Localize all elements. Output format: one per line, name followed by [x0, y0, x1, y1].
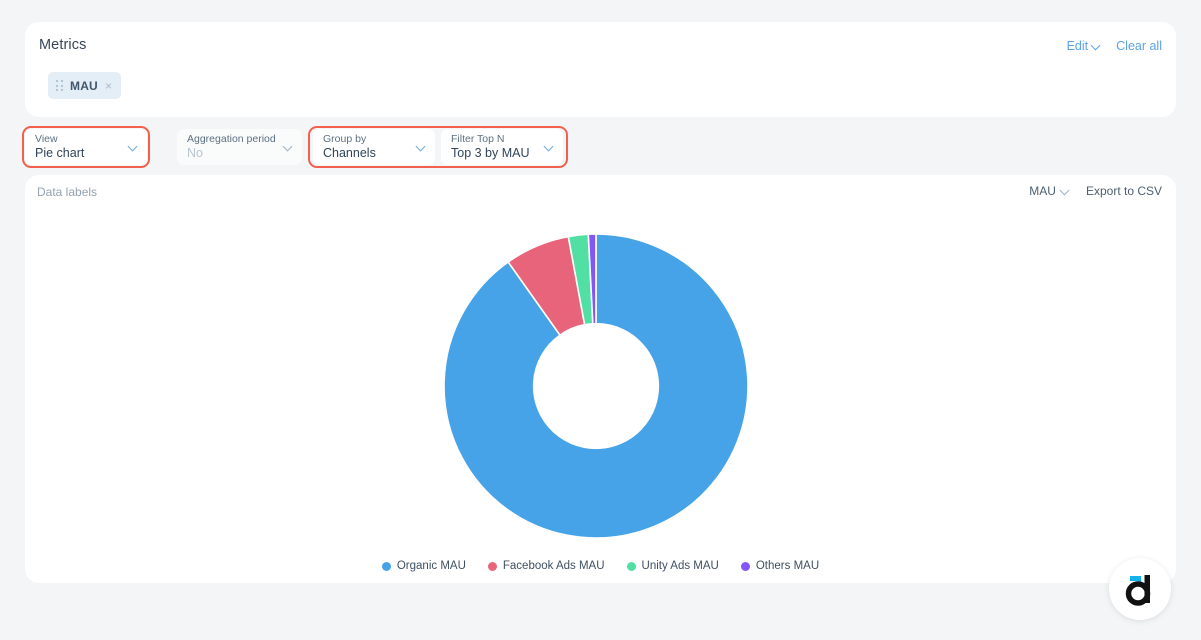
- edit-button[interactable]: Edit: [1067, 39, 1101, 53]
- aggregation-period-dropdown-value: No: [187, 146, 203, 160]
- donut-chart-svg: [444, 234, 748, 538]
- edit-button-label: Edit: [1066, 39, 1089, 53]
- legend-color-swatch: [487, 561, 497, 571]
- metric-selector-dropdown[interactable]: MAU: [1029, 184, 1069, 198]
- legend-label: Others MAU: [755, 560, 820, 572]
- chevron-down-icon: [545, 143, 554, 152]
- legend-item[interactable]: Facebook Ads MAU: [487, 560, 605, 572]
- chart-panel: Data labels MAU Export to CSV Organic MA…: [25, 175, 1176, 583]
- brand-logo-badge[interactable]: [1109, 558, 1171, 620]
- chevron-down-icon: [1061, 187, 1069, 195]
- chevron-down-icon: [129, 143, 138, 152]
- legend-label: Unity Ads MAU: [641, 560, 719, 572]
- filter-top-n-dropdown[interactable]: Filter Top N Top 3 by MAU: [441, 129, 563, 165]
- legend-item[interactable]: Unity Ads MAU: [626, 560, 719, 572]
- clear-all-button[interactable]: Clear all: [1116, 39, 1162, 53]
- group-by-dropdown[interactable]: Group by Channels: [313, 129, 435, 165]
- legend-item[interactable]: Organic MAU: [381, 560, 466, 572]
- chart-legend: Organic MAU Facebook Ads MAU Unity Ads MAU…: [25, 560, 1176, 572]
- metric-chip-mau[interactable]: MAU ×: [48, 72, 121, 99]
- metric-chip-label: MAU: [70, 78, 98, 93]
- group-by-dropdown-label: Group by: [323, 133, 367, 145]
- chevron-down-icon: [1092, 42, 1100, 50]
- export-to-csv-button[interactable]: Export to CSV: [1086, 184, 1162, 198]
- filter-top-n-dropdown-value: Top 3 by MAU: [451, 146, 530, 160]
- chevron-down-icon: [284, 143, 293, 152]
- view-dropdown-value: Pie chart: [35, 146, 85, 160]
- legend-color-swatch: [626, 561, 636, 571]
- chevron-down-icon: [417, 143, 426, 152]
- close-icon[interactable]: ×: [105, 80, 112, 92]
- drag-handle-icon[interactable]: [56, 80, 63, 91]
- aggregation-period-dropdown[interactable]: Aggregation period No: [177, 129, 302, 165]
- legend-color-swatch: [740, 561, 750, 571]
- devtodev-logo-icon: [1125, 575, 1151, 606]
- filter-top-n-dropdown-label: Filter Top N: [451, 133, 505, 145]
- filter-bar: View Pie chart Aggregation period No Gro…: [22, 126, 1176, 168]
- legend-item[interactable]: Others MAU: [740, 560, 820, 572]
- page-title: Metrics: [39, 37, 87, 53]
- view-dropdown[interactable]: View Pie chart: [25, 129, 147, 165]
- group-by-dropdown-value: Channels: [323, 146, 376, 160]
- view-dropdown-label: View: [35, 133, 58, 145]
- metrics-panel-actions: Edit Clear all: [1067, 39, 1162, 53]
- legend-label: Facebook Ads MAU: [502, 560, 605, 572]
- metrics-panel: Metrics Edit Clear all: [25, 22, 1176, 117]
- legend-label: Organic MAU: [396, 560, 466, 572]
- aggregation-period-dropdown-label: Aggregation period: [187, 133, 276, 145]
- chart-panel-actions: MAU Export to CSV: [1029, 184, 1162, 198]
- donut-chart: [444, 234, 748, 538]
- legend-color-swatch: [381, 561, 391, 571]
- metric-selector-value: MAU: [1029, 184, 1056, 198]
- data-labels-toggle[interactable]: Data labels: [37, 185, 97, 199]
